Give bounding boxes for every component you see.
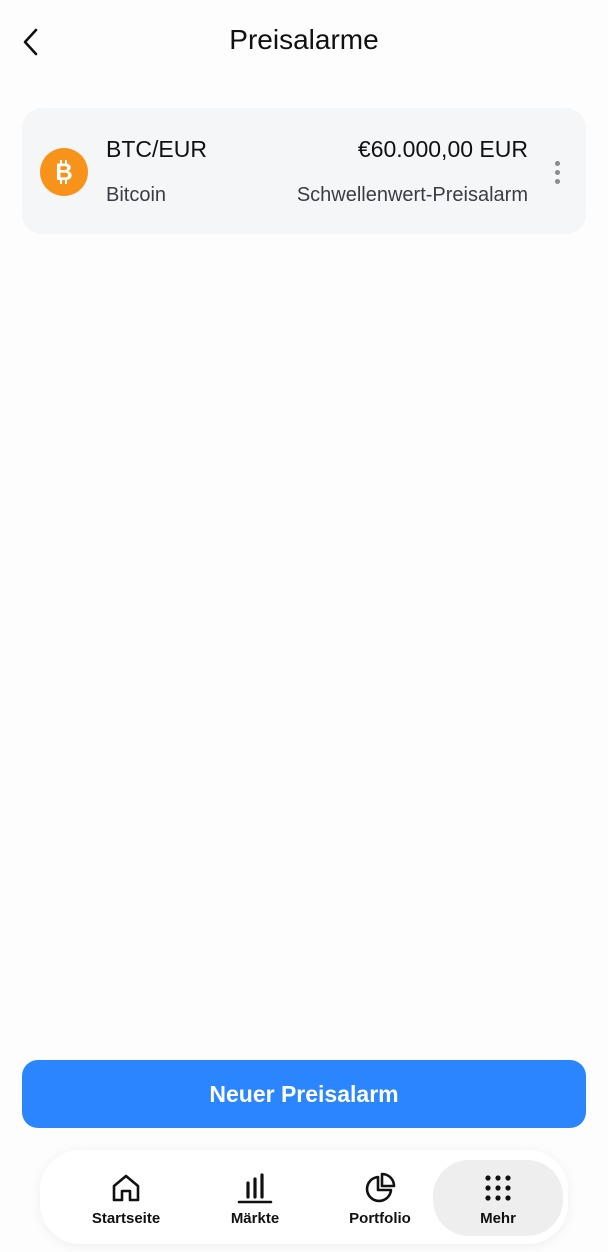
nav-label-more: Mehr (480, 1209, 516, 1227)
svg-text:B: B (55, 159, 72, 186)
new-price-alarm-button[interactable]: Neuer Preisalarm (22, 1060, 586, 1128)
alarm-card[interactable]: B BTC/EUR Bitcoin €60.000,00 EUR Schwell… (22, 108, 586, 234)
alarm-price: €60.000,00 EUR (357, 136, 528, 162)
price-alarms-screen: Preisalarme B BTC/EUR Bitcoin €60.000,00… (0, 0, 608, 1252)
header: Preisalarme (0, 0, 608, 88)
nav-item-portfolio[interactable]: Portfolio (315, 1160, 445, 1236)
nav-item-markets[interactable]: Märkte (190, 1160, 320, 1236)
bar-chart-icon (237, 1170, 273, 1206)
nav-label-home: Startseite (91, 1209, 161, 1227)
nav-item-more[interactable]: Mehr (433, 1160, 563, 1236)
nav-label-markets: Märkte (230, 1209, 280, 1227)
pie-chart-icon (362, 1170, 398, 1206)
bitcoin-icon: B (40, 148, 88, 196)
more-options-button[interactable] (542, 152, 572, 192)
home-icon (108, 1170, 144, 1206)
page-title: Preisalarme (229, 24, 379, 55)
alarm-type: Schwellenwert-Preisalarm (296, 184, 528, 206)
nav-label-portfolio: Portfolio (349, 1209, 411, 1227)
alarm-pair: BTC/EUR (106, 136, 207, 162)
nav-item-home[interactable]: Startseite (61, 1160, 191, 1236)
bottom-nav: Startseite Märkte Portfolio Mehr (40, 1150, 568, 1244)
alarm-coin-name: Bitcoin (106, 184, 167, 206)
more-vertical-icon (554, 160, 560, 166)
grid-dots-icon (480, 1170, 516, 1206)
